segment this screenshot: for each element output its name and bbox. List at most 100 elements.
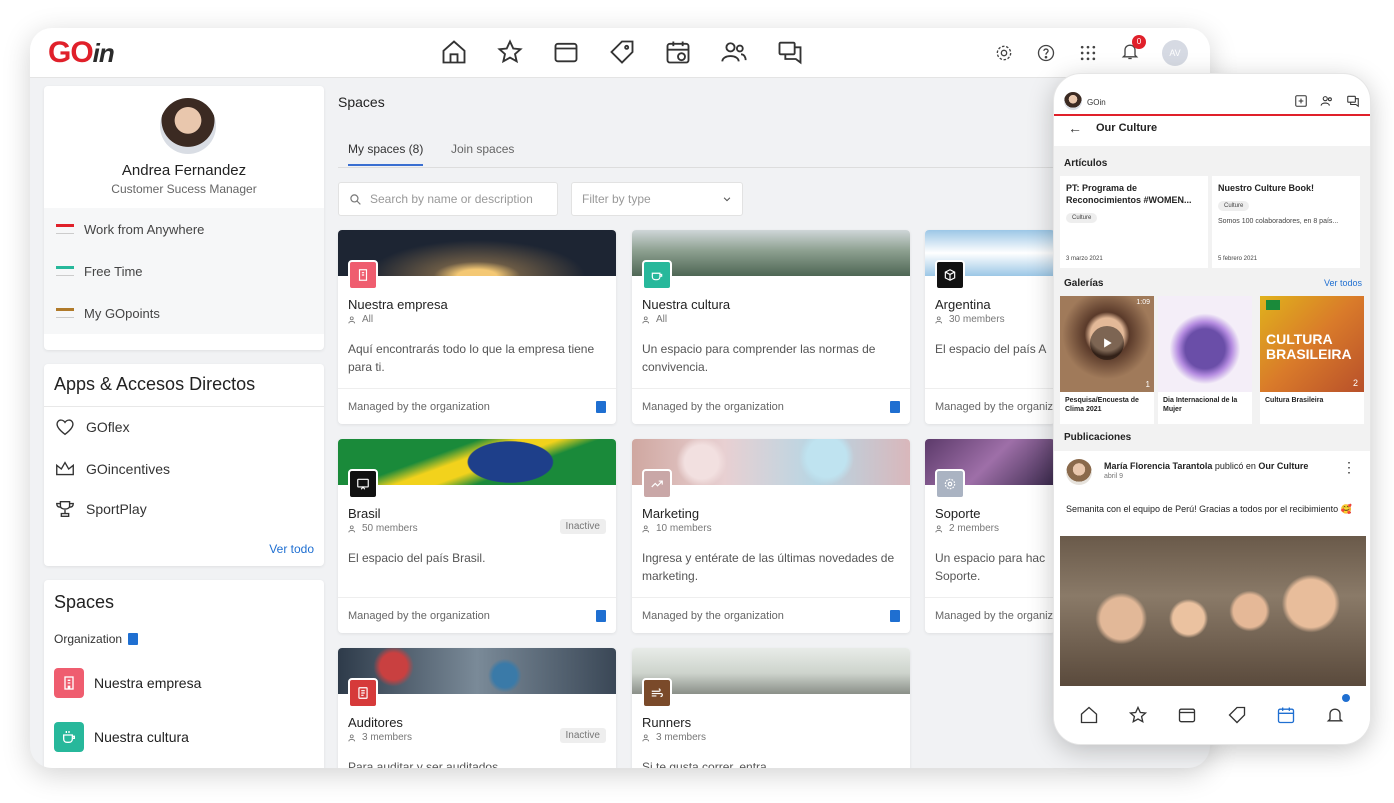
help-icon[interactable] xyxy=(1036,43,1056,63)
post-space[interactable]: Our Culture xyxy=(1258,461,1308,471)
shortcut-free-time[interactable]: Free Time xyxy=(44,250,324,292)
tab-my-spaces[interactable]: My spaces (8) xyxy=(348,142,424,166)
space-banner-image xyxy=(632,230,910,276)
members-count: All xyxy=(656,314,668,325)
goin-logo[interactable]: GOin xyxy=(48,36,115,70)
space-members: 3 members xyxy=(348,732,412,743)
space-footer: Managed by the organiz xyxy=(925,388,1055,424)
wallet-icon[interactable] xyxy=(1177,705,1197,725)
space-card-runners[interactable]: Runners 3 members Si te gusta correr, en… xyxy=(632,648,910,768)
gear-icon[interactable] xyxy=(994,43,1014,63)
profile-role: Customer Sucess Manager xyxy=(111,182,257,196)
app-sportplay[interactable]: SportPlay xyxy=(54,498,147,520)
space-banner-image xyxy=(338,648,616,694)
app-goflex[interactable]: GOflex xyxy=(54,416,130,438)
top-navigation-bar: GOin 0 AV xyxy=(30,28,1210,78)
space-title: Soporte xyxy=(935,506,981,521)
app-label: GOincentives xyxy=(86,461,171,477)
space-card-soporte[interactable]: Soporte 2 members Un espacio para hac So… xyxy=(925,439,1055,633)
search-input[interactable]: Search by name or description xyxy=(338,182,558,216)
post-photo[interactable] xyxy=(1060,536,1366,686)
calendar-icon[interactable] xyxy=(664,38,692,66)
space-title: Auditores xyxy=(348,715,403,730)
filter-type-select[interactable]: Filter by type xyxy=(571,182,743,216)
people-icon[interactable] xyxy=(720,38,748,66)
apps-title: Apps & Accesos Directos xyxy=(54,374,256,394)
inactive-badge: Inactive xyxy=(559,728,606,743)
image-count: 2 xyxy=(1352,378,1358,388)
sidebar-space-nuestra-cultura[interactable]: Nuestra cultura xyxy=(54,722,189,752)
apps-see-all-link[interactable]: Ver todo xyxy=(269,542,314,556)
logo-main: GO xyxy=(48,36,94,69)
space-card-argentina[interactable]: Argentina 30 members El espacio del país… xyxy=(925,230,1055,424)
home-icon[interactable] xyxy=(1079,705,1099,725)
space-card-marketing[interactable]: Marketing 10 members Ingresa y entérate … xyxy=(632,439,910,633)
space-card-brasil[interactable]: Brasil 50 members Inactive El espacio de… xyxy=(338,439,616,633)
mobile-brand: GOin xyxy=(1087,98,1106,107)
home-icon[interactable] xyxy=(440,38,468,66)
crown-icon xyxy=(56,461,74,476)
balance-bar-icon xyxy=(56,224,74,234)
space-members: 30 members xyxy=(935,314,1005,325)
post-author-avatar[interactable] xyxy=(1066,459,1092,485)
members-count: 30 members xyxy=(949,314,1005,325)
members-icon xyxy=(348,315,356,323)
wallet-icon[interactable] xyxy=(552,38,580,66)
notification-dot xyxy=(1342,694,1350,702)
post-card: María Florencia Tarantola publicó en Our… xyxy=(1054,451,1370,686)
building-icon xyxy=(128,633,139,645)
space-card-nuestra-cultura[interactable]: Nuestra cultura All Un espacio para comp… xyxy=(632,230,910,424)
apps-grid-icon[interactable] xyxy=(1078,43,1098,63)
coffee-icon xyxy=(54,722,84,752)
inactive-badge: Inactive xyxy=(559,519,606,534)
gallery-caption: Cultura Brasileira xyxy=(1265,397,1324,404)
galleries-see-all-link[interactable]: Ver todos xyxy=(1324,278,1362,288)
article-card[interactable]: Nuestro Culture Book! Culture Somos 100 … xyxy=(1212,176,1360,268)
members-icon xyxy=(642,733,650,741)
members-icon xyxy=(642,524,650,532)
people-icon[interactable] xyxy=(1320,94,1334,108)
shortcut-label: Work from Anywhere xyxy=(84,221,205,237)
space-members: 3 members xyxy=(642,732,706,743)
mobile-top-icons xyxy=(1294,94,1360,108)
star-icon[interactable] xyxy=(1128,705,1148,725)
tag-icon[interactable] xyxy=(1227,705,1247,725)
space-card-nuestra-empresa[interactable]: Nuestra empresa All Aquí encontrarás tod… xyxy=(338,230,616,424)
shortcut-label: Free Time xyxy=(84,263,143,279)
space-footer: Managed by the organization xyxy=(632,597,910,633)
apps-shortcuts-card: Apps & Accesos Directos GOflex GOincenti… xyxy=(44,364,324,566)
more-options-icon[interactable]: ⋮ xyxy=(1342,459,1356,476)
shortcut-work-from-anywhere[interactable]: Work from Anywhere xyxy=(44,208,324,250)
members-count: 2 members xyxy=(949,523,1000,534)
star-icon[interactable] xyxy=(496,38,524,66)
post-author-line: María Florencia Tarantola publicó en Our… xyxy=(1104,461,1308,471)
chat-icon[interactable] xyxy=(1346,94,1360,108)
spaces-sidebar-card: Spaces Organization Nuestra empresa Nues… xyxy=(44,580,324,768)
tag-icon[interactable] xyxy=(608,38,636,66)
mobile-content: Artículos PT: Programa de Reconocimiento… xyxy=(1054,146,1370,686)
chat-icon[interactable] xyxy=(776,38,804,66)
space-card-auditores[interactable]: Auditores 3 members Inactive Para audita… xyxy=(338,648,616,768)
sidebar-space-nuestra-empresa[interactable]: Nuestra empresa xyxy=(54,668,201,698)
bell-icon[interactable] xyxy=(1325,705,1345,725)
building-icon xyxy=(54,668,84,698)
mobile-avatar[interactable] xyxy=(1064,92,1082,110)
tab-join-spaces[interactable]: Join spaces xyxy=(451,142,514,156)
post-author[interactable]: María Florencia Tarantola xyxy=(1104,461,1212,471)
shortcut-my-gopoints[interactable]: My GOpoints xyxy=(44,292,324,334)
space-description: El espacio del país Brasil. xyxy=(348,551,486,565)
gallery-card[interactable]: Dia Internacional de la Mujer xyxy=(1158,296,1252,424)
notifications-button[interactable]: 0 xyxy=(1120,34,1146,66)
chevron-down-icon xyxy=(723,197,731,202)
add-square-icon[interactable] xyxy=(1294,94,1308,108)
gallery-card[interactable]: CULTURA BRASILEIRA 2 Cultura Brasileira xyxy=(1260,296,1364,424)
app-goincentives[interactable]: GOincentives xyxy=(54,458,170,480)
members-icon xyxy=(348,733,356,741)
calendar-icon[interactable] xyxy=(1276,705,1296,725)
back-arrow-icon[interactable]: ← xyxy=(1068,120,1082,136)
play-icon[interactable] xyxy=(1090,326,1124,360)
gallery-card[interactable]: 1:09 1 Pesquisa/Encuesta de Clima 2021 xyxy=(1060,296,1154,424)
article-card[interactable]: PT: Programa de Reconocimientos #WOMEN..… xyxy=(1060,176,1208,268)
user-avatar[interactable]: AV xyxy=(1162,40,1188,66)
spaces-tabs: My spaces (8) Join spaces xyxy=(338,140,1098,168)
